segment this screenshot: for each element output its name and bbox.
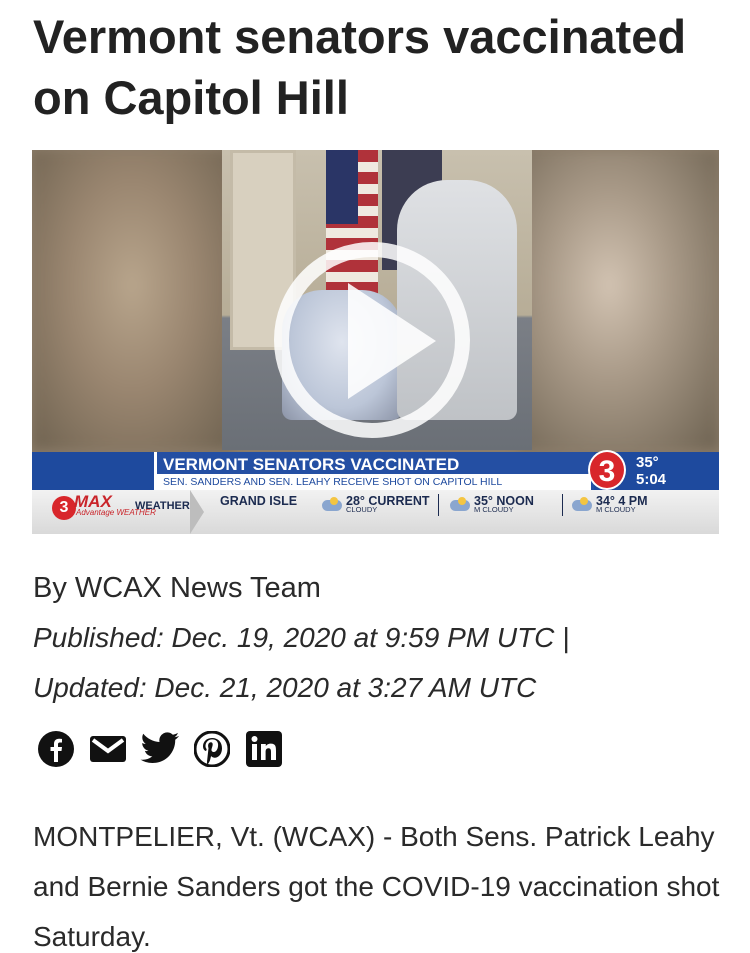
updated-date: Updated: Dec. 21, 2020 at 3:27 AM UTC <box>33 672 537 703</box>
video-blur-left <box>32 150 232 450</box>
weather-divider <box>438 494 439 516</box>
video-blur-right <box>519 150 719 450</box>
lower-third-subtitle: SEN. SANDERS AND SEN. LEAHY RECEIVE SHOT… <box>157 474 591 490</box>
play-icon[interactable] <box>348 283 436 399</box>
video-player[interactable]: VERMONT SENATORS VACCINATED SEN. SANDERS… <box>32 150 719 534</box>
weather-ticker: 3 MAX Advantage WEATHER WEATHER GRAND IS… <box>32 490 719 534</box>
share-bar <box>36 730 296 768</box>
article-headline: Vermont senators vaccinated on Capitol H… <box>33 10 687 124</box>
lower-third-title: VERMONT SENATORS VACCINATED <box>163 455 460 474</box>
published-date: Published: Dec. 19, 2020 at 9:59 PM UTC … <box>33 622 570 653</box>
partly-cloudy-icon <box>572 497 592 511</box>
current-time: 5:04 <box>636 471 667 488</box>
partly-cloudy-icon <box>450 497 470 511</box>
email-icon[interactable] <box>88 730 128 768</box>
linkedin-icon[interactable] <box>244 730 284 768</box>
weather-cell-condition: CLOUDY <box>346 505 378 514</box>
max-logo-3: 3 <box>52 496 76 520</box>
article-byline: By WCAX News Team <box>33 572 321 604</box>
channel-logo: 3 <box>588 450 626 490</box>
scene-flag-canton <box>326 150 358 224</box>
weather-cell-condition: M CLOUDY <box>596 505 636 514</box>
facebook-icon[interactable] <box>36 730 76 768</box>
temp-time-readout: 35° 5:04 <box>636 454 666 488</box>
max-weather-logo: 3 MAX Advantage WEATHER <box>52 492 156 526</box>
article-body: MONTPELIER, Vt. (WCAX) - Both Sens. Patr… <box>33 821 720 952</box>
lower-third-panel: VERMONT SENATORS VACCINATED SEN. SANDERS… <box>154 452 594 490</box>
partly-cloudy-icon <box>322 497 342 511</box>
pinterest-icon[interactable] <box>192 730 232 768</box>
weather-region: GRAND ISLE <box>220 494 298 508</box>
current-temp: 35° <box>636 454 659 471</box>
twitter-icon[interactable] <box>140 730 180 768</box>
weather-cell-condition: M CLOUDY <box>474 505 514 514</box>
weather-divider <box>562 494 563 516</box>
weather-label: WEATHER <box>135 500 190 512</box>
ticker-arrow-icon <box>190 490 204 534</box>
